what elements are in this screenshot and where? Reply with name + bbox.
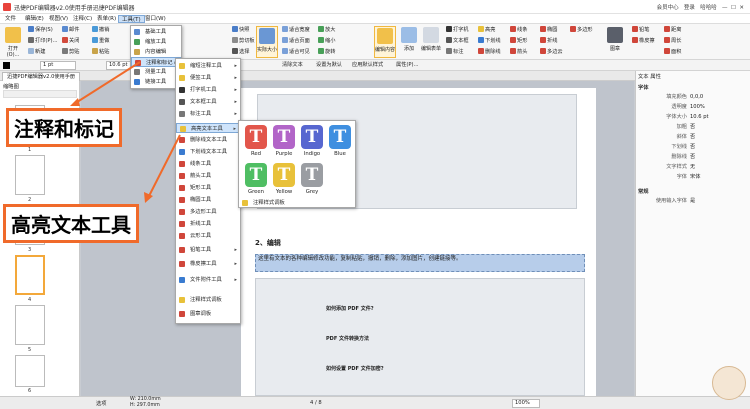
prop-row[interactable]: 加粗否 <box>636 123 750 132</box>
arrow-line-2 <box>147 134 181 199</box>
arrow-line-1 <box>73 61 141 105</box>
prop-row[interactable]: 斜体否 <box>636 133 750 142</box>
page-indicator[interactable]: 4 / 8 <box>310 400 322 406</box>
prop-row[interactable]: 字体大小 10.6 pt <box>636 113 750 122</box>
mascot-icon <box>712 366 746 400</box>
prop-row[interactable]: 删除线否 <box>636 153 750 162</box>
zoom-select[interactable]: 100% <box>512 399 540 408</box>
properties-panel: 文本 属性 字体 填充颜色 0,0,0 透明度 100% 字体大小 10.6 pt 加… <box>635 71 750 396</box>
status-bar: 选项 W: 210.0mm H: 297.0mm 4 / 8 100% <box>0 396 750 409</box>
prop-row[interactable]: 文字样式无 <box>636 163 750 172</box>
prop-row[interactable]: 字体 宋体 <box>636 173 750 182</box>
properties-header: 文本 属性 <box>638 74 661 80</box>
prop-row[interactable]: 使用输入字体是 <box>636 197 750 206</box>
section-general: 常规 <box>638 189 649 195</box>
page-height: H: 297.0mm <box>130 403 160 408</box>
arrow-head-2 <box>144 192 153 203</box>
arrow-head-1 <box>70 98 80 106</box>
prop-row[interactable]: 下划线否 <box>636 143 750 152</box>
current-tool[interactable]: 选项 <box>96 400 106 407</box>
page-width: W: 210.0mm <box>130 397 161 402</box>
prop-row[interactable]: 透明度 100% <box>636 103 750 112</box>
section-font: 字体 <box>638 85 649 91</box>
prop-row[interactable]: 填充颜色 0,0,0 <box>636 93 750 102</box>
